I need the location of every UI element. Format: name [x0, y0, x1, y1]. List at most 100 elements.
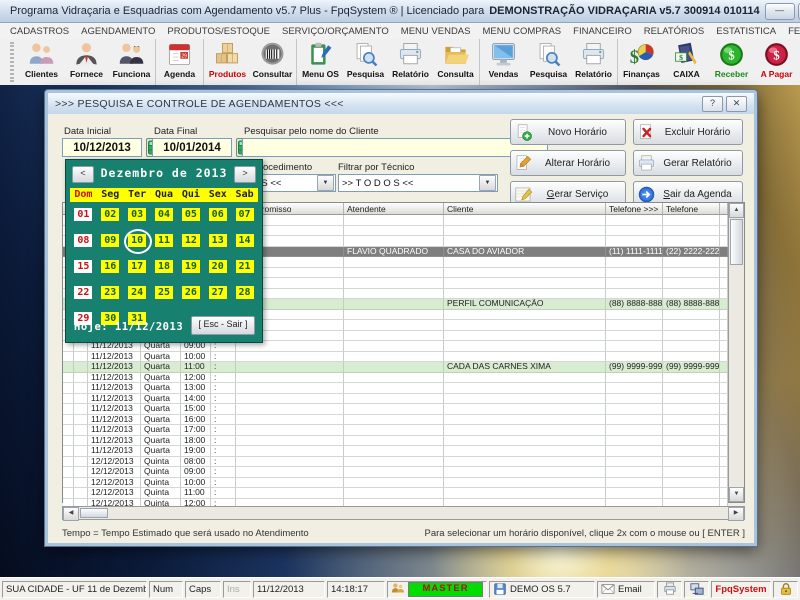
calendar-day[interactable]: 03 — [128, 208, 146, 221]
help-button[interactable]: ? — [702, 96, 723, 112]
toolbar-button[interactable]: $ A Pagar — [754, 39, 799, 85]
toolbar-button[interactable]: Menu OS — [298, 39, 343, 85]
toolbar-button[interactable]: Consulta — [433, 39, 478, 85]
table-row[interactable]: 11/12/2013 Quarta 17:00 : — [63, 425, 728, 436]
calendar-day[interactable]: 24 — [128, 286, 146, 299]
minimize-button[interactable]: — — [765, 3, 795, 20]
calendar-day[interactable]: 19 — [182, 260, 200, 273]
data-final-label: Data Final — [154, 126, 197, 137]
menu-item[interactable]: PRODUTOS/ESTOQUE — [161, 25, 276, 38]
table-row[interactable]: 11/12/2013 Quarta 13:00 : — [63, 383, 728, 394]
table-row[interactable]: 11/12/2013 Quarta 16:00 : — [63, 415, 728, 426]
scroll-up-icon[interactable]: ▲ — [729, 203, 744, 218]
calendar-next-button[interactable]: > — [234, 166, 256, 183]
table-row[interactable]: 12/12/2013 Quinta 08:00 : — [63, 457, 728, 468]
scroll-right-icon[interactable]: ▶ — [728, 507, 744, 521]
calendar-day[interactable]: 01 — [74, 208, 92, 221]
toolbar-button[interactable]: Clientes — [19, 39, 64, 85]
column-header[interactable]: Atendente — [344, 203, 444, 214]
calendar-day[interactable]: 18 — [155, 260, 173, 273]
menu-item[interactable]: ESTATISTICA — [710, 25, 782, 38]
calendar-day[interactable]: 20 — [209, 260, 227, 273]
toolbar-button[interactable]: Relatório — [388, 39, 433, 85]
chevron-down-icon[interactable]: ▼ — [479, 175, 496, 191]
calendar-day[interactable]: 22 — [74, 286, 92, 299]
table-row[interactable]: 11/12/2013 Quarta 15:00 : — [63, 404, 728, 415]
scrollbar-thumb[interactable] — [730, 219, 743, 265]
toolbar-button[interactable]: $ Receber — [709, 39, 754, 85]
calendar-prev-button[interactable]: < — [72, 166, 94, 183]
toolbar-button[interactable]: Relatório — [571, 39, 616, 85]
calendar-day[interactable]: 27 — [209, 286, 227, 299]
scroll-down-icon[interactable]: ▼ — [729, 487, 744, 502]
vertical-scrollbar[interactable]: ▲ ▼ — [728, 203, 744, 502]
calendar-day[interactable]: 11 — [155, 234, 173, 247]
action-button[interactable]: Gerar Relatório — [633, 150, 743, 176]
calendar-day[interactable]: 14 — [236, 234, 254, 247]
calendar-day[interactable]: 17 — [128, 260, 146, 273]
action-button[interactable]: Novo Horário — [510, 119, 626, 145]
calendar-day[interactable]: 04 — [155, 208, 173, 221]
calendar-day[interactable]: 12 — [182, 234, 200, 247]
table-row[interactable]: 12/12/2013 Quinta 10:00 : — [63, 478, 728, 489]
toolbar-button[interactable]: 29 Agenda — [157, 39, 202, 85]
calendar-day[interactable]: 25 — [155, 286, 173, 299]
menu-item[interactable]: CADASTROS — [4, 25, 75, 38]
action-button[interactable]: Alterar Horário — [510, 150, 626, 176]
menu-item[interactable]: AGENDAMENTO — [75, 25, 161, 38]
menu-item[interactable]: MENU VENDAS — [395, 25, 477, 38]
data-inicial-field[interactable]: 10/12/2013 — [62, 138, 142, 157]
table-row[interactable]: 12/12/2013 Quinta 11:00 : — [63, 488, 728, 499]
toolbar-button[interactable]: Fornece — [64, 39, 109, 85]
calendar-esc-button[interactable]: [ Esc - Sair ] — [191, 316, 255, 335]
calendar-day[interactable]: 02 — [101, 208, 119, 221]
title-bar: Programa Vidraçaria e Esquadrias com Age… — [0, 0, 800, 23]
calendar-day[interactable]: 10 — [128, 234, 146, 247]
menu-item[interactable]: FERRAMENTAS — [782, 25, 800, 38]
scroll-left-icon[interactable]: ◀ — [63, 507, 79, 521]
toolbar-button[interactable]: Pesquisa — [343, 39, 388, 85]
calendar-day[interactable]: 05 — [182, 208, 200, 221]
calendar-day[interactable]: 26 — [182, 286, 200, 299]
menu-item[interactable]: FINANCEIRO — [567, 25, 638, 38]
calendar-day[interactable]: 08 — [74, 234, 92, 247]
calendar-day[interactable]: 28 — [236, 286, 254, 299]
action-button[interactable]: Excluir Horário — [633, 119, 743, 145]
table-row[interactable]: 12/12/2013 Quinta 09:00 : — [63, 467, 728, 478]
calendar-day[interactable]: 21 — [236, 260, 254, 273]
scrollbar-thumb[interactable] — [80, 508, 108, 518]
agenda-close-button[interactable]: ✕ — [726, 96, 747, 112]
column-header[interactable]: Telefone >>> — [606, 203, 663, 214]
search-input[interactable] — [242, 138, 548, 157]
tecnico-combo[interactable]: >> T O D O S << ▼ — [338, 174, 498, 192]
table-row[interactable]: 11/12/2013 Quarta 11:00 : CADA DAS CARNE… — [63, 362, 728, 373]
data-final-field[interactable]: 10/01/2014 — [152, 138, 232, 157]
table-row[interactable]: 11/12/2013 Quarta 18:00 : — [63, 436, 728, 447]
toolbar-button[interactable]: Consultar — [250, 39, 295, 85]
table-row[interactable]: 11/12/2013 Quarta 14:00 : — [63, 394, 728, 405]
menu-item[interactable]: MENU COMPRAS — [476, 25, 567, 38]
column-header[interactable] — [720, 203, 728, 214]
toolbar-button[interactable]: $ CAIXA — [664, 39, 709, 85]
toolbar-button[interactable]: Vendas — [481, 39, 526, 85]
calendar-day[interactable]: 06 — [209, 208, 227, 221]
toolbar-button[interactable]: Funciona — [109, 39, 154, 85]
toolbar-button[interactable]: Pesquisa — [526, 39, 571, 85]
table-row[interactable]: 11/12/2013 Quarta 19:00 : — [63, 446, 728, 457]
calendar-day[interactable]: 23 — [101, 286, 119, 299]
calendar-day[interactable]: 07 — [236, 208, 254, 221]
table-row[interactable]: 11/12/2013 Quarta 10:00 : — [63, 352, 728, 363]
toolbar-button[interactable]: $ Finanças — [619, 39, 664, 85]
calendar-day[interactable]: 16 — [101, 260, 119, 273]
column-header[interactable]: Telefone — [663, 203, 720, 214]
horizontal-scrollbar[interactable]: ◀ ▶ — [62, 506, 745, 520]
calendar-day[interactable]: 13 — [209, 234, 227, 247]
chevron-down-icon[interactable]: ▼ — [317, 175, 334, 191]
menu-item[interactable]: SERVIÇO/ORÇAMENTO — [276, 25, 395, 38]
toolbar-button[interactable]: Produtos — [205, 39, 250, 85]
calendar-day[interactable]: 09 — [101, 234, 119, 247]
column-header[interactable]: Cliente — [444, 203, 606, 214]
menu-item[interactable]: RELATÓRIOS — [638, 25, 711, 38]
calendar-day[interactable]: 15 — [74, 260, 92, 273]
table-row[interactable]: 11/12/2013 Quarta 12:00 : — [63, 373, 728, 384]
